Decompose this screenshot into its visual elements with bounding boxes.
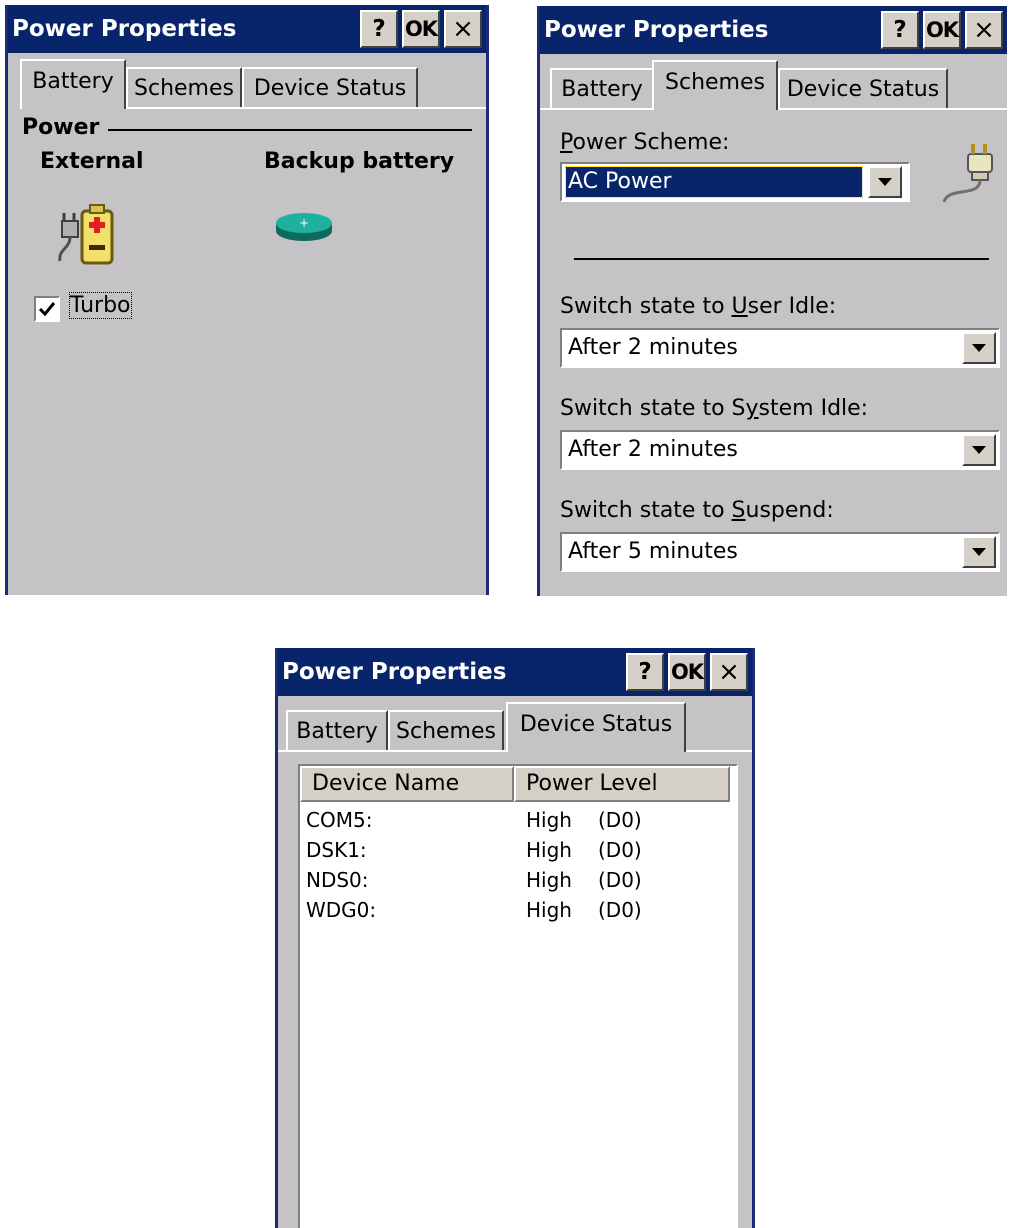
dropdown-button[interactable] — [962, 332, 996, 364]
tab-device-status[interactable]: Device Status — [506, 702, 686, 752]
suspend-dropdown[interactable]: After 5 minutes — [560, 532, 1000, 572]
turbo-checkbox[interactable] — [34, 296, 60, 322]
table-row-level: High — [526, 868, 572, 892]
checkmark-icon — [38, 302, 56, 317]
help-button[interactable]: ? — [360, 10, 398, 48]
chevron-down-icon — [878, 178, 892, 186]
table-row-level: High — [526, 808, 572, 832]
dropdown-button[interactable] — [868, 166, 902, 198]
tab-device-status[interactable]: Device Status — [778, 68, 948, 108]
dropdown-value: After 2 minutes — [568, 335, 738, 360]
table-row-level: High — [526, 838, 572, 862]
turbo-label[interactable]: Turbo — [69, 292, 132, 319]
title-bar[interactable]: Power Properties ? OK × — [8, 5, 486, 53]
user-idle-label: Switch state to User Idle: — [560, 294, 836, 319]
close-button[interactable]: × — [710, 653, 748, 691]
tab-battery[interactable]: Battery — [20, 59, 126, 109]
help-button[interactable]: ? — [626, 653, 664, 691]
table-row-device[interactable]: NDS0: — [306, 868, 369, 892]
close-button[interactable]: × — [965, 11, 1003, 49]
tab-strip: Battery Schemes Device Status — [278, 696, 752, 754]
device-list[interactable]: Device Name Power Level COM5: High (D0) … — [298, 764, 738, 1228]
power-plug-icon — [942, 144, 993, 203]
tab-battery[interactable]: Battery — [550, 68, 654, 108]
tab-strip: Battery Schemes Device Status — [8, 53, 486, 111]
separator-line — [574, 258, 989, 260]
system-idle-label: Switch state to System Idle: — [560, 396, 868, 421]
label-text: Switch state to — [560, 294, 732, 319]
tab-device-status[interactable]: Device Status — [242, 67, 418, 107]
ok-button[interactable]: OK — [668, 653, 706, 691]
backup-battery-icon: + — [276, 213, 332, 241]
hotkey-letter: y — [745, 396, 759, 421]
dropdown-value: After 2 minutes — [568, 437, 738, 462]
label-text: Switch state to S — [560, 396, 746, 421]
help-button[interactable]: ? — [881, 11, 919, 49]
user-idle-dropdown[interactable]: After 2 minutes — [560, 328, 1000, 368]
tab-schemes[interactable]: Schemes — [388, 710, 504, 750]
schemes-window: Power Properties ? OK × Battery Schemes … — [537, 6, 1007, 596]
label-text: stem Idle: — [758, 396, 869, 421]
label-text: uspend: — [745, 498, 834, 523]
table-row-device[interactable]: COM5: — [306, 808, 372, 832]
table-row-state: (D0) — [598, 808, 642, 832]
tab-battery[interactable]: Battery — [286, 710, 388, 750]
tab-underline — [126, 107, 486, 109]
device-status-panel: Device Name Power Level COM5: High (D0) … — [278, 752, 752, 1228]
ok-button[interactable]: OK — [923, 11, 961, 49]
schemes-panel: Power Scheme: AC Power Switch state to U… — [540, 110, 1007, 596]
title-bar[interactable]: Power Properties ? OK × — [540, 6, 1007, 54]
tab-schemes[interactable]: Schemes — [652, 60, 778, 110]
dropdown-button[interactable] — [962, 434, 996, 466]
hotkey-letter: U — [731, 294, 748, 319]
device-status-window: Power Properties ? OK × Battery Schemes … — [275, 648, 755, 1228]
ok-button[interactable]: OK — [402, 10, 440, 48]
chevron-down-icon — [972, 344, 986, 352]
table-row-state: (D0) — [598, 868, 642, 892]
chevron-down-icon — [972, 446, 986, 454]
dropdown-value: After 5 minutes — [568, 539, 738, 564]
tab-schemes[interactable]: Schemes — [126, 67, 242, 107]
tab-strip: Battery Schemes Device Status — [540, 54, 1007, 112]
label-text: Switch state to — [560, 498, 732, 523]
external-power-icon — [58, 204, 114, 265]
backup-battery-label: Backup battery — [264, 149, 455, 174]
window-title: Power Properties — [282, 659, 507, 685]
external-label: External — [40, 149, 144, 174]
power-scheme-label: Power Scheme: — [560, 130, 729, 155]
column-header-power-level[interactable]: Power Level — [514, 766, 730, 802]
svg-text:+: + — [299, 216, 309, 230]
system-idle-dropdown[interactable]: After 2 minutes — [560, 430, 1000, 470]
hotkey-letter: S — [731, 498, 746, 523]
label-text: ser Idle: — [747, 294, 837, 319]
dropdown-button[interactable] — [962, 536, 996, 568]
table-row-state: (D0) — [598, 898, 642, 922]
suspend-label: Switch state to Suspend: — [560, 498, 834, 523]
hotkey-letter: P — [560, 130, 573, 155]
label-text: ower Scheme: — [572, 130, 730, 155]
chevron-down-icon — [972, 548, 986, 556]
close-button[interactable]: × — [444, 10, 482, 48]
table-row-state: (D0) — [598, 838, 642, 862]
dropdown-value: AC Power — [565, 166, 863, 198]
battery-panel: Power External Backup battery + Turbo — [8, 109, 486, 595]
title-bar[interactable]: Power Properties ? OK × — [278, 648, 752, 696]
power-group-label: Power — [22, 115, 100, 140]
battery-window: Power Properties ? OK × Battery Schemes … — [5, 5, 489, 595]
table-row-device[interactable]: DSK1: — [306, 838, 367, 862]
power-scheme-dropdown[interactable]: AC Power — [560, 162, 910, 202]
table-row-level: High — [526, 898, 572, 922]
window-title: Power Properties — [544, 17, 769, 43]
window-title: Power Properties — [12, 16, 237, 42]
group-divider — [108, 129, 472, 131]
column-header-device-name[interactable]: Device Name — [300, 766, 514, 802]
table-row-device[interactable]: WDG0: — [306, 898, 376, 922]
